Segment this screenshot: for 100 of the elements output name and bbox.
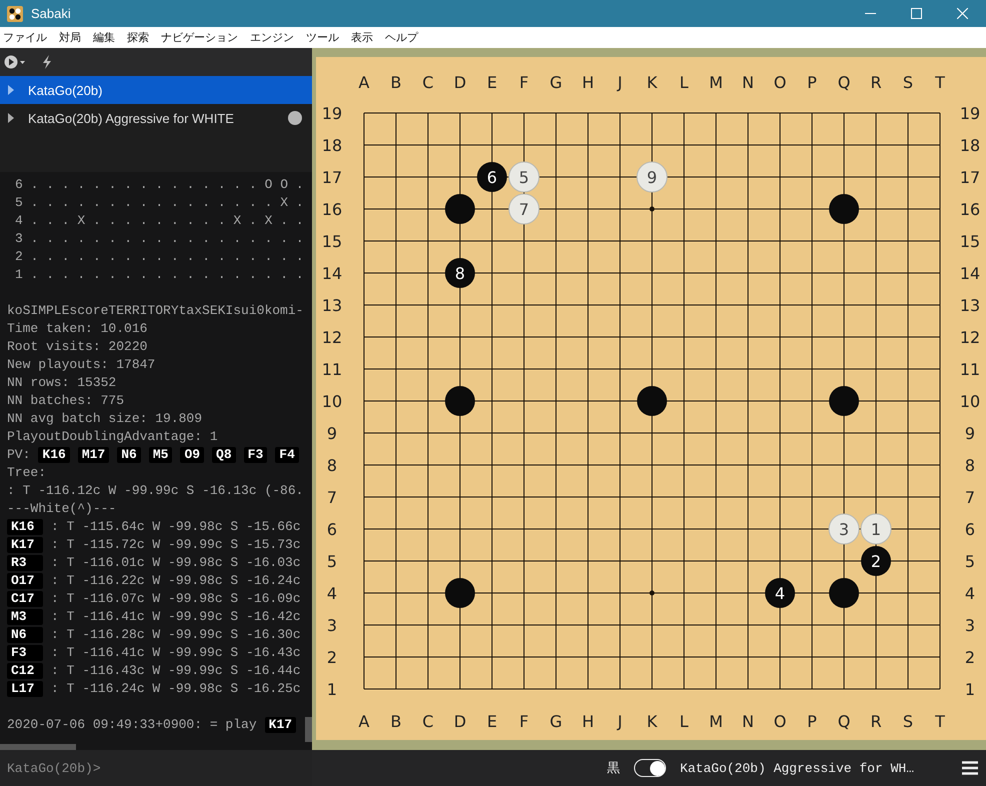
- grid-intersection[interactable]: [796, 160, 828, 194]
- grid-intersection[interactable]: [444, 352, 476, 386]
- grid-intersection[interactable]: [412, 160, 444, 194]
- grid-intersection[interactable]: [924, 544, 940, 578]
- grid-intersection[interactable]: [860, 288, 892, 322]
- grid-intersection[interactable]: [732, 384, 764, 418]
- grid-intersection[interactable]: [732, 448, 764, 482]
- grid-intersection[interactable]: [764, 224, 796, 258]
- grid-intersection[interactable]: [924, 320, 940, 354]
- grid-intersection[interactable]: [892, 576, 924, 610]
- move-tag[interactable]: M5: [148, 447, 172, 463]
- grid-intersection[interactable]: [892, 112, 924, 130]
- menu-item[interactable]: 表示: [351, 30, 373, 45]
- grid-intersection[interactable]: [828, 288, 860, 322]
- grid-intersection[interactable]: [364, 352, 380, 386]
- grid-intersection[interactable]: [364, 128, 380, 162]
- grid-intersection[interactable]: [764, 320, 796, 354]
- grid-intersection[interactable]: [924, 672, 940, 690]
- grid-intersection[interactable]: [924, 112, 940, 130]
- grid-intersection[interactable]: [540, 288, 572, 322]
- grid-intersection[interactable]: [636, 256, 668, 290]
- grid-intersection[interactable]: [892, 512, 924, 546]
- grid-intersection[interactable]: [764, 352, 796, 386]
- grid-intersection[interactable]: [924, 160, 940, 194]
- grid-intersection[interactable]: [860, 384, 892, 418]
- grid-intersection[interactable]: [924, 352, 940, 386]
- grid-intersection[interactable]: [604, 640, 636, 674]
- grid-intersection[interactable]: [668, 288, 700, 322]
- grid-intersection[interactable]: [732, 320, 764, 354]
- grid-intersection[interactable]: [636, 352, 668, 386]
- grid-intersection[interactable]: [508, 608, 540, 642]
- grid-intersection[interactable]: [508, 384, 540, 418]
- grid-intersection[interactable]: [476, 672, 508, 690]
- grid-intersection[interactable]: [860, 608, 892, 642]
- grid-intersection[interactable]: [700, 672, 732, 690]
- grid-intersection[interactable]: [860, 576, 892, 610]
- grid-intersection[interactable]: [732, 352, 764, 386]
- grid-intersection[interactable]: [380, 288, 412, 322]
- grid-intersection[interactable]: [636, 448, 668, 482]
- grid-intersection[interactable]: [764, 672, 796, 690]
- grid-intersection[interactable]: [892, 192, 924, 226]
- grid-intersection[interactable]: [668, 384, 700, 418]
- grid-intersection[interactable]: [444, 288, 476, 322]
- grid-intersection[interactable]: [364, 288, 380, 322]
- grid-intersection[interactable]: [476, 192, 508, 226]
- grid-intersection[interactable]: [364, 544, 380, 578]
- grid-intersection[interactable]: [796, 672, 828, 690]
- grid-intersection[interactable]: [668, 128, 700, 162]
- stone[interactable]: [637, 386, 667, 416]
- grid-intersection[interactable]: [380, 224, 412, 258]
- grid-intersection[interactable]: [764, 160, 796, 194]
- grid-intersection[interactable]: [476, 256, 508, 290]
- grid-intersection[interactable]: [508, 288, 540, 322]
- grid-intersection[interactable]: [668, 416, 700, 450]
- grid-intersection[interactable]: [380, 640, 412, 674]
- grid-intersection[interactable]: [924, 256, 940, 290]
- grid-intersection[interactable]: [508, 112, 540, 130]
- move-tag[interactable]: C17: [7, 591, 43, 607]
- grid-intersection[interactable]: [700, 320, 732, 354]
- grid-intersection[interactable]: [604, 384, 636, 418]
- move-tag[interactable]: F3: [244, 447, 268, 463]
- menu-item[interactable]: 編集: [93, 30, 115, 45]
- grid-intersection[interactable]: [892, 352, 924, 386]
- grid-intersection[interactable]: [604, 128, 636, 162]
- grid-intersection[interactable]: [732, 576, 764, 610]
- grid-intersection[interactable]: [540, 576, 572, 610]
- grid-intersection[interactable]: [572, 544, 604, 578]
- grid-intersection[interactable]: [636, 112, 668, 130]
- grid-intersection[interactable]: [796, 544, 828, 578]
- stone[interactable]: 3: [828, 514, 860, 544]
- grid-intersection[interactable]: [476, 576, 508, 610]
- grid-intersection[interactable]: [508, 128, 540, 162]
- menu-item[interactable]: エンジン: [250, 30, 294, 45]
- grid-intersection[interactable]: [860, 640, 892, 674]
- grid-intersection[interactable]: [380, 160, 412, 194]
- close-icon[interactable]: [957, 8, 968, 19]
- grid-intersection[interactable]: [924, 512, 940, 546]
- grid-intersection[interactable]: [828, 352, 860, 386]
- grid-intersection[interactable]: [732, 608, 764, 642]
- grid-intersection[interactable]: [572, 160, 604, 194]
- grid-intersection[interactable]: [572, 576, 604, 610]
- grid-intersection[interactable]: [860, 128, 892, 162]
- grid-intersection[interactable]: [796, 288, 828, 322]
- expand-triangle-icon[interactable]: [8, 85, 14, 95]
- grid-intersection[interactable]: [700, 640, 732, 674]
- grid-intersection[interactable]: [764, 480, 796, 514]
- grid-intersection[interactable]: [796, 512, 828, 546]
- grid-intersection[interactable]: [364, 384, 380, 418]
- grid-intersection[interactable]: [860, 480, 892, 514]
- grid-intersection[interactable]: [380, 672, 412, 690]
- grid-intersection[interactable]: [604, 416, 636, 450]
- grid-intersection[interactable]: [924, 480, 940, 514]
- grid-intersection[interactable]: [412, 224, 444, 258]
- grid-intersection[interactable]: [604, 112, 636, 130]
- grid-intersection[interactable]: [668, 112, 700, 130]
- grid-intersection[interactable]: [380, 416, 412, 450]
- grid-intersection[interactable]: [732, 112, 764, 130]
- grid-intersection[interactable]: [796, 128, 828, 162]
- grid-intersection[interactable]: [636, 128, 668, 162]
- grid-intersection[interactable]: [508, 416, 540, 450]
